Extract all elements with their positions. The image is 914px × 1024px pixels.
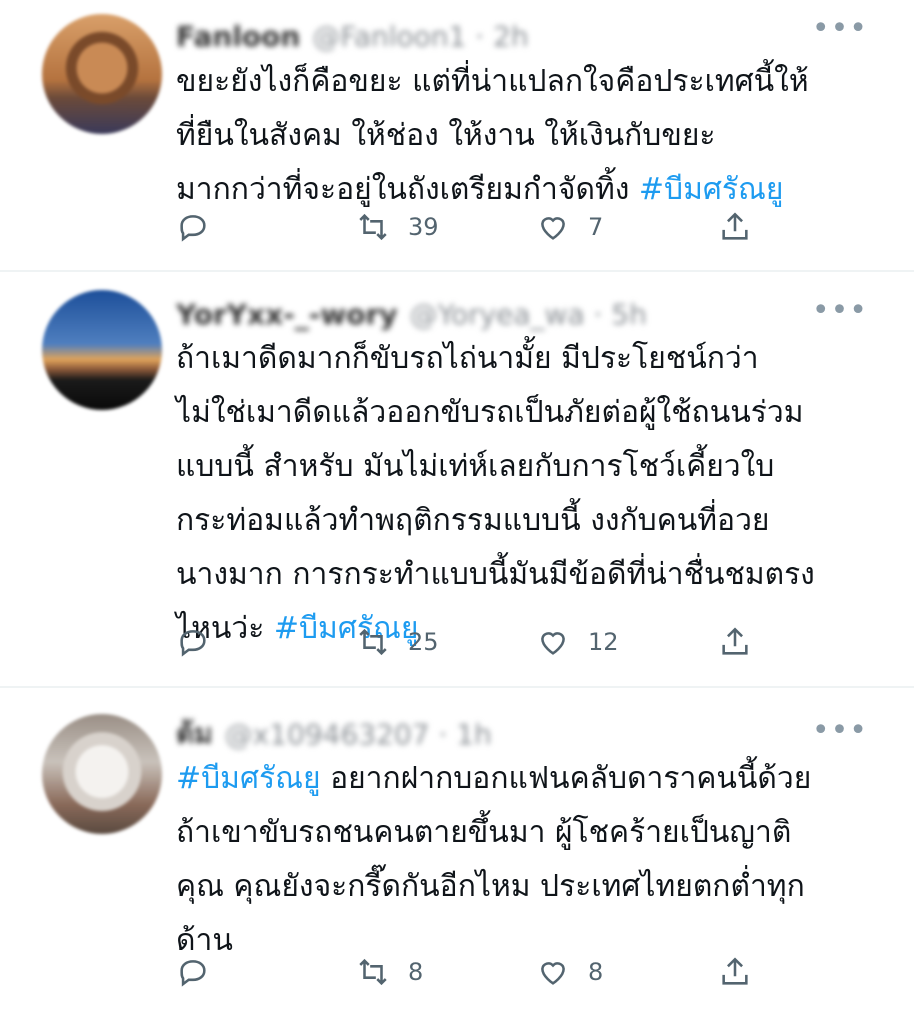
tweet-text: ขยะยังไงก็คือขยะ แต่ที่น่าแปลกใจคือประเท… [176,55,876,217]
tweet-actions: 8 8 [176,950,776,994]
share-icon [722,627,748,655]
like-count: 12 [588,628,619,656]
more-dots-icon[interactable]: ••• [812,716,868,746]
avatar[interactable] [42,714,162,834]
tweet-text: ถ้าเมาดีดมากก็ขับรถไถ่นามั้ย มีประโยชน์ก… [176,332,876,656]
retweet-icon [359,958,387,986]
retweet-button[interactable]: 25 [356,620,439,664]
retweet-count: 25 [408,628,439,656]
retweet-icon [359,628,387,656]
tweet-header: YorYxx-_-wory @Yoryea_wa · 5h [176,294,647,334]
retweet-button[interactable]: 8 [356,950,423,994]
tweet-text-content: ถ้าเมาดีดมากก็ขับรถไถ่นามั้ย มีประโยชน์ก… [176,341,815,646]
reply-button[interactable] [176,620,210,664]
reply-icon [180,215,206,242]
reply-button[interactable] [176,205,210,249]
like-button[interactable]: 12 [536,620,619,664]
retweet-button[interactable]: 39 [356,205,439,249]
share-button[interactable] [718,205,752,249]
tweet-header: ต้ม @x109463207 · 1h [176,714,492,754]
share-icon [722,212,748,240]
heart-icon [541,217,565,240]
share-button[interactable] [718,620,752,664]
like-count: 8 [588,958,604,986]
retweet-count: 8 [408,958,424,986]
tweet-actions: 39 7 [176,205,776,249]
handle[interactable]: @Fanloon1 · 2h [312,20,528,53]
reply-button[interactable] [176,950,210,994]
share-button[interactable] [718,950,752,994]
avatar[interactable] [42,290,162,410]
tweet-actions: 25 12 [176,620,776,664]
more-dots-icon[interactable]: ••• [812,14,868,44]
like-count: 7 [588,213,604,241]
like-button[interactable]: 8 [536,950,603,994]
tweet-header: Fanloon @Fanloon1 · 2h [176,16,529,56]
tweet-1[interactable]: Fanloon @Fanloon1 · 2h ••• ขยะยังไงก็คือ… [0,0,914,270]
tweet-text: #บีมศรัณยู อยากฝากบอกแฟนคลับดาราคนนี้ด้ว… [176,752,876,968]
display-name[interactable]: YorYxx-_-wory [176,298,398,331]
hashtag-link[interactable]: #บีมศรัณยู [176,761,321,796]
handle[interactable]: @Yoryea_wa · 5h [410,298,647,331]
tweet-3[interactable]: ต้ม @x109463207 · 1h ••• #บีมศรัณยู อยาก… [0,688,914,1024]
display-name[interactable]: Fanloon [176,20,300,53]
display-name[interactable]: ต้ม [176,712,213,756]
share-icon [722,957,748,985]
hashtag-link[interactable]: #บีมศรัณยู [639,172,784,207]
like-button[interactable]: 7 [536,205,603,249]
handle[interactable]: @x109463207 · 1h [225,718,492,751]
heart-icon [541,962,565,985]
retweet-icon [359,213,387,241]
tweet-2[interactable]: YorYxx-_-wory @Yoryea_wa · 5h ••• ถ้าเมา… [0,272,914,686]
more-dots-icon[interactable]: ••• [812,296,868,326]
reply-icon [180,630,206,657]
heart-icon [541,632,565,655]
retweet-count: 39 [408,213,439,241]
reply-icon [180,960,206,987]
avatar[interactable] [42,14,162,134]
